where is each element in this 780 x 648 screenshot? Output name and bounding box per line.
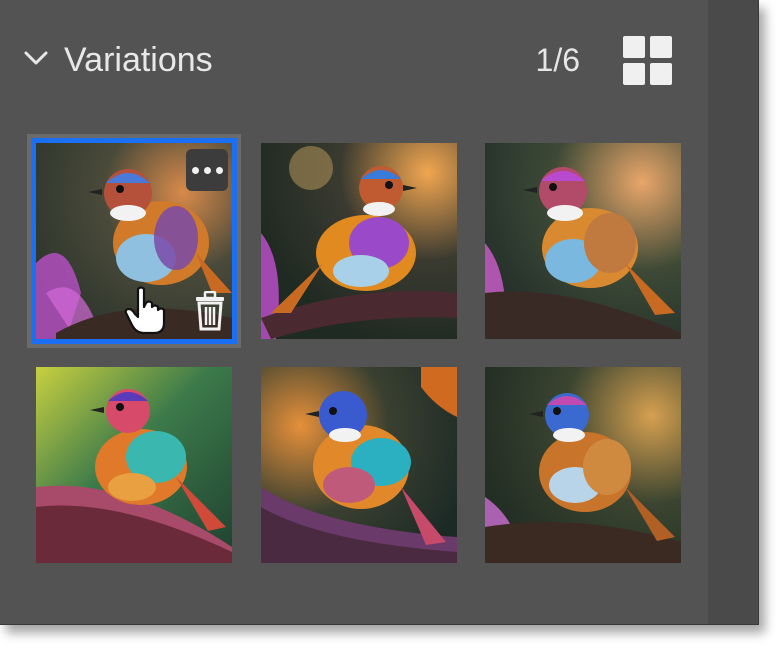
variation-thumbnail-1[interactable] (31, 138, 237, 344)
variation-counter: 1/6 (535, 42, 580, 78)
bird-image-5 (261, 367, 457, 563)
variations-panel: Variations 1/6 (0, 0, 759, 625)
grid-view-icon[interactable] (623, 36, 673, 86)
variation-thumbnail-4[interactable] (36, 367, 232, 563)
scroll-gutter[interactable] (708, 0, 758, 624)
variation-thumbnail-2[interactable] (261, 143, 457, 339)
bird-image-2 (261, 143, 457, 339)
variation-thumbnail-6[interactable] (485, 367, 681, 563)
variation-thumbnail-5[interactable] (261, 367, 457, 563)
variation-thumbnail-3[interactable] (485, 143, 681, 339)
trash-icon[interactable] (194, 291, 226, 331)
bird-image-3 (485, 143, 681, 339)
panel-header: Variations 1/6 (0, 0, 708, 110)
more-options-icon (191, 166, 199, 174)
chevron-down-icon[interactable] (22, 44, 50, 72)
panel-title: Variations (64, 41, 213, 79)
bird-image-6 (485, 367, 681, 563)
bird-image-4 (36, 367, 232, 563)
more-options-button[interactable] (186, 149, 228, 191)
